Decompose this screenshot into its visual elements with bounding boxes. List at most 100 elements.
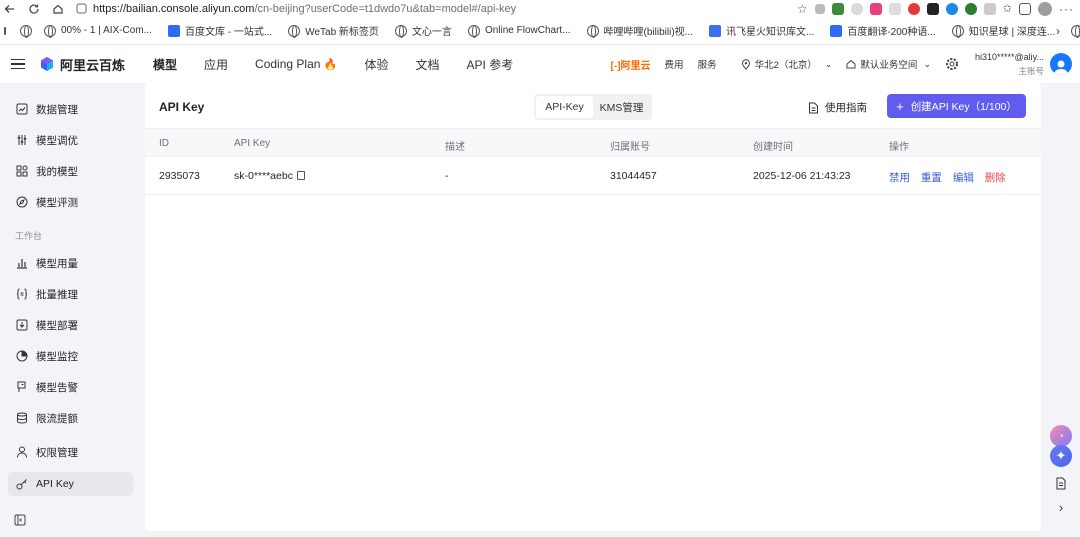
gear-icon[interactable] — [945, 57, 959, 71]
tab-api-key[interactable]: API-Key — [536, 96, 593, 118]
floating-toolbar: ◔ ✦ › — [1048, 425, 1074, 515]
sidebar-item-my-models[interactable]: 我的模型 — [8, 159, 133, 183]
sidebar-item-data-management[interactable]: 数据管理 — [8, 97, 133, 121]
home-icon[interactable] — [50, 1, 66, 17]
nav-coding-plan-label: Coding Plan — [255, 57, 321, 71]
bookmark-item[interactable]: 知识星球 | 深度连... — [951, 23, 1055, 38]
sparkle-icon[interactable]: ✦ — [1050, 445, 1072, 467]
workspace-selector[interactable]: 默认业务空间 ⌄ — [846, 57, 931, 71]
bookmark-item[interactable]: 讯飞星火知识库文... — [708, 23, 814, 38]
sidebar-item-model-tuning[interactable]: 模型调优 — [8, 128, 133, 152]
sidebar-item-label: 数据管理 — [36, 103, 78, 116]
bookmark-item[interactable]: WeTab 新标签页 — [288, 23, 379, 38]
sidebar-item-model-deployment[interactable]: 模型部署 — [8, 313, 133, 337]
sidebar-item-permissions[interactable]: 权限管理 — [8, 440, 133, 464]
bookmark-label: 哔哩哔哩(bilibili)视... — [603, 27, 693, 38]
link-billing[interactable]: 费用 — [665, 57, 684, 71]
nav-docs[interactable]: 文档 — [416, 56, 440, 73]
sidebar-item-model-evaluation[interactable]: 模型评测 — [8, 190, 133, 214]
apps-globe-icon[interactable] — [20, 24, 32, 38]
chart-icon — [16, 103, 28, 115]
extension-icon[interactable] — [869, 2, 882, 15]
aliyun-logo[interactable]: [-]阿里云 — [611, 57, 651, 72]
nav-app[interactable]: 应用 — [204, 56, 228, 73]
expand-right-icon[interactable]: › — [1059, 500, 1063, 515]
sidebar-item-api-key[interactable]: API Key — [8, 472, 133, 496]
bookmark-label: 00% - 1 | AIX-Com... — [61, 25, 152, 36]
brand-logo[interactable]: 阿里云百炼 — [39, 55, 125, 74]
globe-icon — [288, 24, 301, 38]
globe-icon — [586, 24, 599, 38]
disable-action[interactable]: 禁用 — [889, 172, 910, 184]
user-info[interactable]: hi310*****@aliy... 主账号 — [975, 52, 1044, 77]
reset-action[interactable]: 重置 — [921, 172, 942, 184]
globe-icon — [44, 24, 56, 38]
tab-switcher: API-Key KMS管理 — [534, 94, 652, 120]
bookmarks-overflow-icon[interactable]: › — [1056, 24, 1060, 38]
collections-icon[interactable] — [1019, 2, 1031, 15]
bookmark-item[interactable]: 哔哩哔哩(bilibili)视... — [586, 23, 693, 38]
avatar[interactable] — [1050, 53, 1072, 75]
profile-avatar-icon[interactable] — [1038, 1, 1052, 16]
sidebar-item-model-alerts[interactable]: 模型告警 — [8, 375, 133, 399]
bookmark-item[interactable]: 百度翻译-200种语... — [830, 23, 936, 38]
bookmark-item[interactable]: Online FlowChart... — [467, 24, 571, 38]
bookmark-item[interactable]: 百度文库 - 一站式... — [167, 23, 272, 38]
cell-id: 2935073 — [159, 170, 200, 182]
edit-action[interactable]: 编辑 — [953, 172, 974, 184]
extension-icon[interactable] — [926, 2, 939, 15]
sidebar-item-label: 模型部署 — [36, 319, 78, 332]
tab-kms[interactable]: KMS管理 — [593, 96, 650, 118]
nav-model[interactable]: 模型 — [153, 56, 177, 73]
nav-api-reference[interactable]: API 参考 — [467, 56, 514, 73]
bookmark-item[interactable]: 文心一言 — [394, 23, 452, 38]
copy-icon[interactable] — [296, 171, 305, 180]
bookmark-item[interactable]: 00% - 1 | AIX-Com... — [44, 24, 152, 38]
sidebar-item-model-monitoring[interactable]: 模型监控 — [8, 344, 133, 368]
extension-icon[interactable] — [888, 2, 901, 15]
menu-icon[interactable] — [11, 58, 25, 70]
bookmark-item[interactable]: 中山建斌 — [1071, 23, 1080, 38]
brackets-icon — [16, 288, 28, 300]
puzzle-icon[interactable] — [983, 2, 996, 15]
sidebar-item-batch-inference[interactable]: 批量推理 — [8, 282, 133, 306]
extension-icon[interactable] — [907, 2, 920, 15]
site-info-icon[interactable] — [76, 3, 87, 14]
extension-icon[interactable] — [831, 2, 844, 15]
globe-icon — [467, 24, 480, 38]
sidebar-item-label: 模型评测 — [36, 196, 78, 209]
extension-icon[interactable] — [814, 3, 825, 14]
create-api-key-label: 创建API Key（1/100） — [910, 100, 1017, 113]
sidebar-item-rate-limit[interactable]: 限流提额 — [8, 406, 133, 430]
delete-action[interactable]: 删除 — [985, 172, 1006, 184]
more-icon[interactable]: ··· — [1059, 2, 1074, 16]
nav-experience[interactable]: 体验 — [364, 56, 388, 73]
reload-icon[interactable] — [26, 1, 42, 17]
document-icon[interactable] — [1055, 477, 1067, 490]
globe-icon — [394, 24, 407, 38]
favorites-icon[interactable]: ✩ — [1003, 2, 1012, 15]
main-panel: API Key API-Key KMS管理 使用指南 + 创建API Key（1… — [145, 83, 1041, 531]
collapse-sidebar-icon[interactable] — [14, 514, 26, 526]
link-service[interactable]: 服务 — [698, 57, 717, 71]
bar-chart-icon — [17, 259, 27, 269]
extension-icon[interactable] — [850, 2, 863, 15]
sidebar-item-label: 我的模型 — [36, 165, 78, 178]
back-icon[interactable] — [2, 1, 18, 17]
extension-icon[interactable] — [945, 2, 958, 15]
user-name: hi310*****@aliy... — [974, 51, 1044, 62]
app-header: 阿里云百炼 模型 应用 Coding Plan 🔥 体验 文档 API 参考 [… — [0, 45, 1080, 83]
sidebar-item-label: 批量推理 — [36, 288, 78, 301]
star-icon[interactable]: ☆ — [797, 2, 808, 16]
api-key-value: sk-0****aebc — [234, 170, 293, 182]
location-icon — [741, 58, 750, 70]
address-bar[interactable]: https://bailian.console.aliyun.com/cn-be… — [76, 3, 516, 15]
create-api-key-button[interactable]: + 创建API Key（1/100） — [887, 94, 1026, 118]
extension-icon[interactable] — [964, 2, 977, 15]
tab-actions-icon[interactable] — [4, 26, 6, 35]
usage-guide-link[interactable]: 使用指南 — [808, 100, 867, 115]
sidebar-item-model-usage[interactable]: 模型用量 — [8, 251, 133, 275]
assistant-bubble-icon[interactable]: ◔ — [1050, 425, 1072, 447]
region-selector[interactable]: 华北2（北京） ⌄ — [741, 57, 832, 71]
nav-coding-plan[interactable]: Coding Plan 🔥 — [255, 57, 337, 71]
